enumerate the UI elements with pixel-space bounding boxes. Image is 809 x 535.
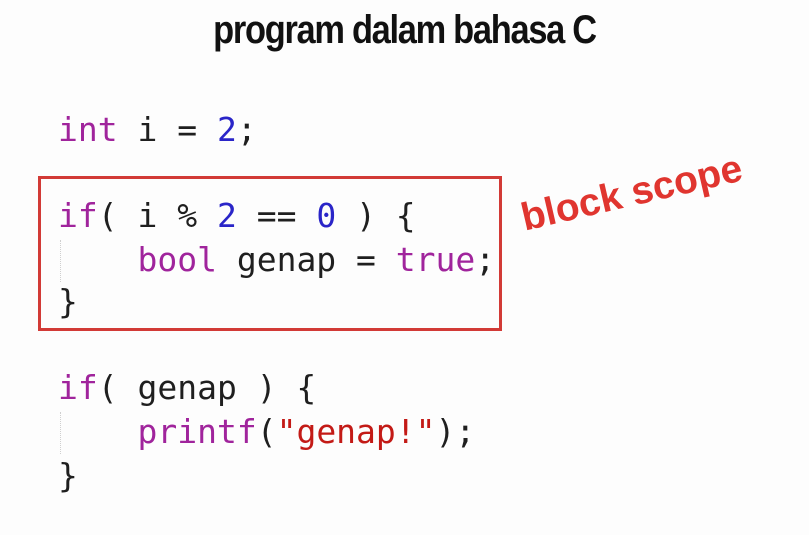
slide-title: program dalam bahasa C — [213, 8, 597, 52]
code-line-3: bool genap = true; — [58, 240, 495, 280]
code-text: ( i % — [97, 196, 217, 235]
code-line-4: } — [58, 282, 78, 322]
keyword-true: true — [395, 240, 476, 279]
code-text: ) { — [336, 196, 416, 235]
number-literal: 2 — [216, 196, 237, 235]
code-text: == — [236, 196, 317, 235]
string-literal: "genap!" — [276, 412, 436, 451]
code-text: ( — [256, 412, 277, 451]
closing-brace: } — [58, 456, 78, 495]
code-line-6: printf("genap!"); — [58, 412, 475, 452]
code-line-5: if( genap ) { — [58, 368, 316, 408]
code-text: ; — [475, 240, 496, 279]
code-text: genap = — [216, 240, 396, 279]
code-line-1: int i = 2; — [58, 110, 257, 150]
code-line-2: if( i % 2 == 0 ) { — [58, 196, 416, 236]
keyword-if: if — [58, 196, 98, 235]
block-scope-label: block scope — [517, 146, 747, 240]
closing-brace: } — [58, 282, 78, 321]
function-printf: printf — [137, 412, 257, 451]
number-literal: 2 — [216, 110, 237, 149]
keyword-if: if — [58, 368, 98, 407]
code-text: ; — [236, 110, 257, 149]
code-text: ( genap ) { — [97, 368, 317, 407]
slide: program dalam bahasa C int i = 2; if( i … — [0, 0, 809, 535]
code-text: i = — [117, 110, 217, 149]
code-text: ); — [435, 412, 476, 451]
keyword-int: int — [58, 110, 118, 149]
code-line-7: } — [58, 456, 78, 496]
keyword-bool: bool — [137, 240, 217, 279]
number-literal: 0 — [316, 196, 337, 235]
